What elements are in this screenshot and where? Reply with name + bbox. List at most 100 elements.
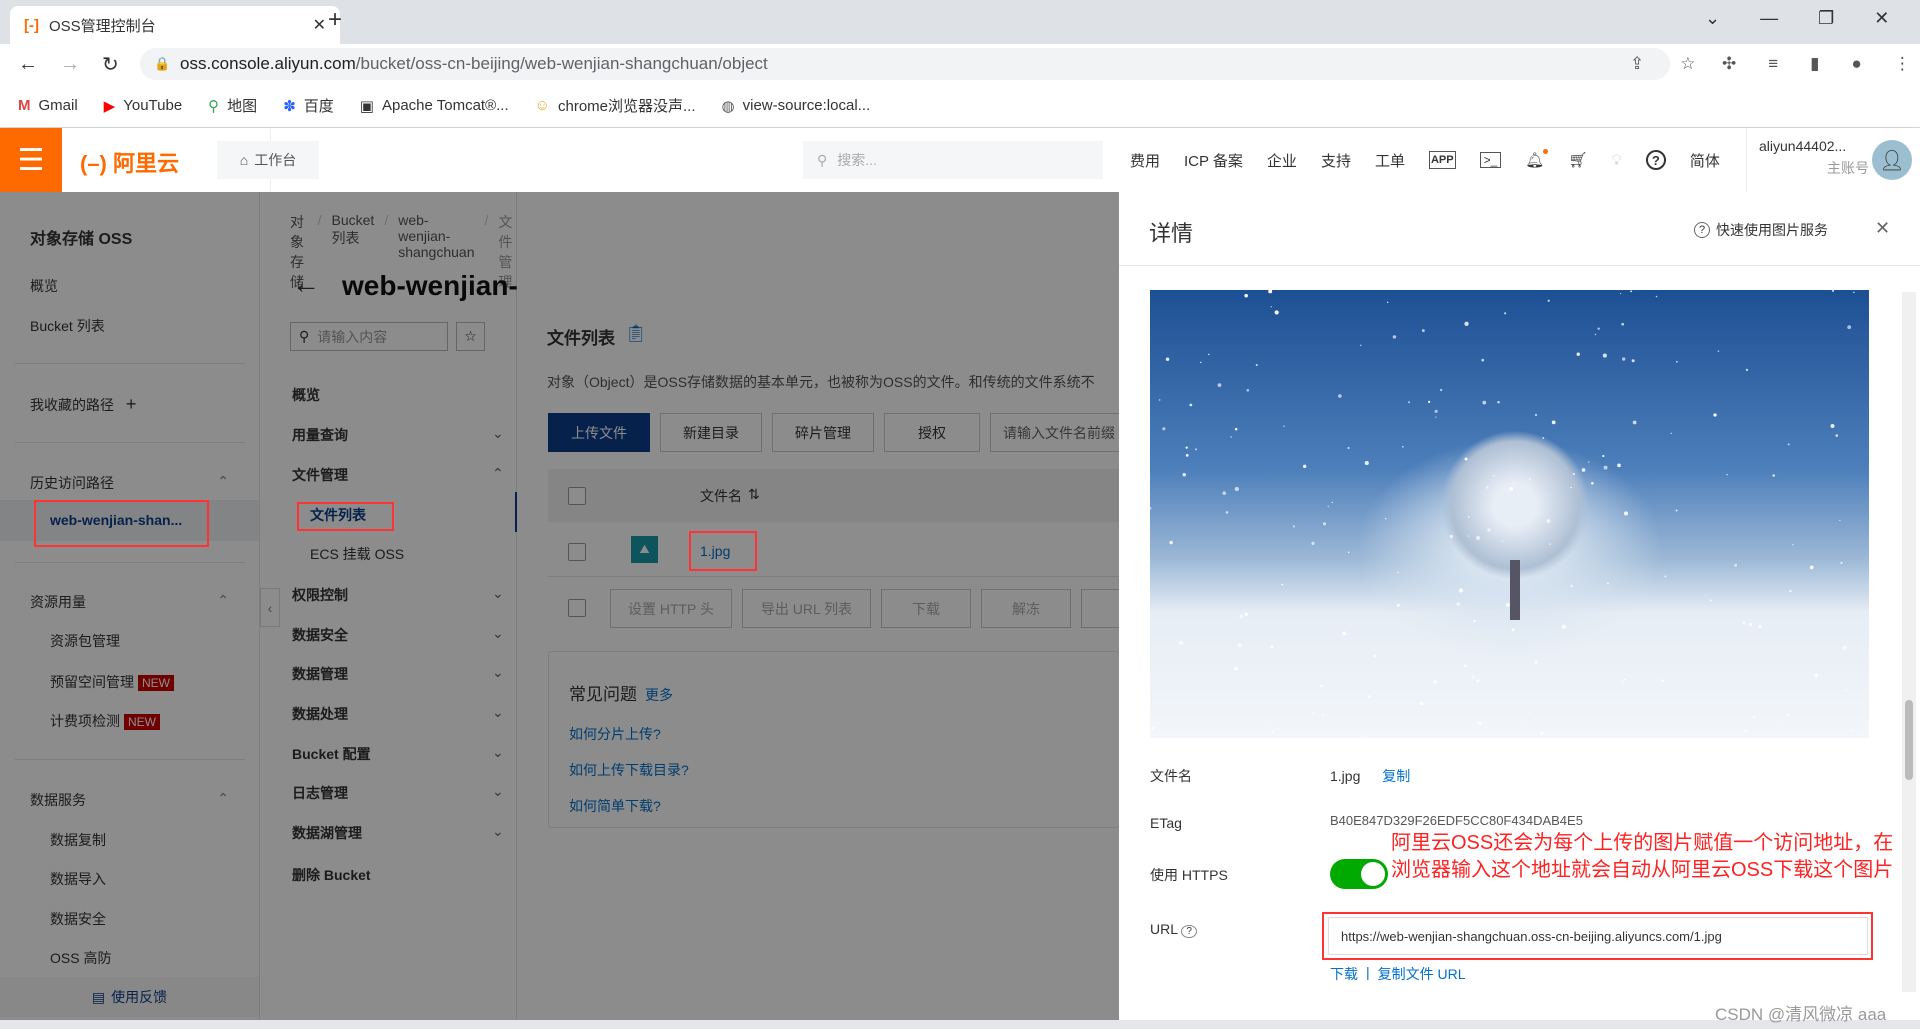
- star-icon[interactable]: ☆: [1680, 54, 1695, 74]
- terminal-icon[interactable]: >_: [1479, 152, 1502, 168]
- snowflake: [1165, 357, 1170, 361]
- drawer-title: 详情: [1149, 221, 1194, 246]
- nav-support[interactable]: 支持: [1321, 150, 1351, 171]
- snowflakes: [1150, 290, 1855, 738]
- snowflake: [1342, 631, 1347, 636]
- snowflake: [1809, 565, 1814, 570]
- tab-title: OSS管理控制台: [49, 17, 156, 35]
- aliyun-logo[interactable]: (–) 阿里云: [80, 146, 179, 178]
- copy-filename-link[interactable]: 复制: [1382, 768, 1410, 784]
- snowflake: [1792, 543, 1794, 546]
- snowflake: [1493, 475, 1495, 477]
- image-preview: [1150, 290, 1869, 738]
- url-actions: 下载 | 复制文件 URL: [1330, 964, 1466, 984]
- bookmark-youtube[interactable]: ▶ YouTube: [104, 97, 183, 115]
- avatar[interactable]: 👤︎: [1872, 140, 1912, 180]
- workbench-button[interactable]: ⌂ 工作台: [217, 141, 319, 179]
- snowflake: [1396, 603, 1400, 607]
- snowflake: [1481, 358, 1485, 362]
- filename-label: 文件名: [1150, 768, 1192, 784]
- snowflake: [1632, 420, 1637, 425]
- nav-ticket[interactable]: 工单: [1375, 150, 1405, 171]
- image-service-help-link[interactable]: ? 快速使用图片服务: [1694, 220, 1828, 240]
- snowflake: [1713, 413, 1717, 417]
- snowflake: [1456, 602, 1461, 606]
- snowflake: [1623, 678, 1626, 681]
- bookmark-tomcat[interactable]: ▣ Apache Tomcat®...: [360, 97, 509, 115]
- new-tab-button[interactable]: +: [328, 6, 342, 34]
- restore-icon[interactable]: ❐: [1818, 8, 1834, 29]
- bookmark-chrome[interactable]: ☺ chrome浏览器没声...: [535, 95, 696, 116]
- annotation-box: [1322, 912, 1873, 960]
- url-input[interactable]: 🔒 oss.console.aliyun.com/bucket/oss-cn-b…: [140, 48, 1670, 80]
- snowflake: [1162, 427, 1166, 431]
- snowflake: [1752, 716, 1756, 719]
- snowflake: [1234, 427, 1238, 431]
- snowflake: [1734, 563, 1738, 567]
- chevron-down-icon[interactable]: ⌄: [1705, 8, 1720, 29]
- lightbulb-icon[interactable]: 💡︎: [1611, 152, 1622, 169]
- snowflake: [1717, 350, 1720, 353]
- close-window-icon[interactable]: ✕: [1874, 8, 1889, 29]
- close-icon[interactable]: ✕: [1875, 218, 1890, 239]
- snowflake: [1501, 540, 1504, 543]
- gmail-icon: M: [18, 97, 31, 114]
- bell-icon[interactable]: 🔔︎: [1525, 149, 1549, 169]
- language-switch[interactable]: 简体: [1690, 150, 1720, 171]
- bookmark-maps[interactable]: ⚲ 地图: [208, 95, 257, 116]
- share-icon[interactable]: ⇪: [1630, 54, 1644, 74]
- snowflake: [1831, 290, 1835, 292]
- minimize-icon[interactable]: —: [1760, 8, 1778, 29]
- reload-icon[interactable]: ↻: [102, 52, 119, 77]
- help-icon[interactable]: ?: [1645, 150, 1666, 170]
- nav-enterprise[interactable]: 企业: [1267, 150, 1297, 171]
- sidepanel-icon[interactable]: ▮: [1810, 54, 1819, 74]
- snowflake: [1814, 673, 1819, 678]
- profile-icon[interactable]: ●: [1852, 54, 1862, 74]
- https-toggle[interactable]: [1330, 859, 1388, 889]
- copy-url-link[interactable]: 复制文件 URL: [1378, 964, 1466, 984]
- snowflake: [1847, 325, 1852, 330]
- snowflake: [1597, 327, 1600, 330]
- snowflake: [1486, 486, 1489, 489]
- app-icon[interactable]: APP: [1428, 151, 1456, 169]
- annotation-box: [297, 502, 394, 531]
- close-tab-icon[interactable]: ✕: [313, 15, 326, 35]
- snowflake: [1511, 628, 1515, 632]
- snowflake: [1321, 714, 1324, 717]
- youtube-icon: ▶: [103, 97, 116, 115]
- snowflake: [1594, 333, 1597, 336]
- browser-tab[interactable]: [-] OSS管理控制台 ✕: [10, 6, 340, 44]
- snowflake: [1204, 683, 1207, 686]
- modal-overlay[interactable]: [0, 192, 1119, 1029]
- bookmark-label: view-source:local...: [742, 97, 871, 114]
- snowflake: [1787, 443, 1790, 446]
- menu-icon[interactable]: ☰: [0, 128, 62, 192]
- snowflake: [1408, 401, 1411, 404]
- download-link[interactable]: 下载: [1330, 964, 1358, 984]
- cart-icon[interactable]: 🛒︎: [1568, 151, 1587, 169]
- snowflake: [1392, 335, 1397, 339]
- back-icon[interactable]: ←: [18, 53, 38, 76]
- snowflake: [1661, 679, 1664, 682]
- bookmark-baidu[interactable]: ✽ 百度: [283, 95, 334, 116]
- url-host: oss.console.aliyun.com: [180, 54, 356, 73]
- url-label: URL ?: [1150, 921, 1197, 938]
- nav-fees[interactable]: 费用: [1130, 150, 1160, 171]
- drawer-scrollbar[interactable]: [1902, 292, 1916, 992]
- more-icon[interactable]: ⋮: [1894, 54, 1911, 74]
- help-icon[interactable]: ?: [1181, 925, 1197, 938]
- forward-icon[interactable]: →: [60, 53, 80, 76]
- snowflake: [1207, 353, 1210, 356]
- header-search-input[interactable]: ⚲ 搜索...: [803, 141, 1103, 179]
- search-icon: ⚲: [817, 151, 828, 168]
- snowflake: [1151, 726, 1155, 730]
- bookmark-view-source[interactable]: ◍ view-source:local...: [722, 97, 871, 115]
- extensions-icon[interactable]: ✣: [1722, 54, 1736, 74]
- scrollbar-thumb[interactable]: [1905, 700, 1913, 780]
- snowflake: [1546, 519, 1551, 523]
- nav-icp[interactable]: ICP 备案: [1184, 150, 1243, 171]
- bookmark-gmail[interactable]: M Gmail: [18, 97, 78, 114]
- media-icon[interactable]: ≡: [1768, 54, 1778, 74]
- snowflake: [1709, 599, 1712, 602]
